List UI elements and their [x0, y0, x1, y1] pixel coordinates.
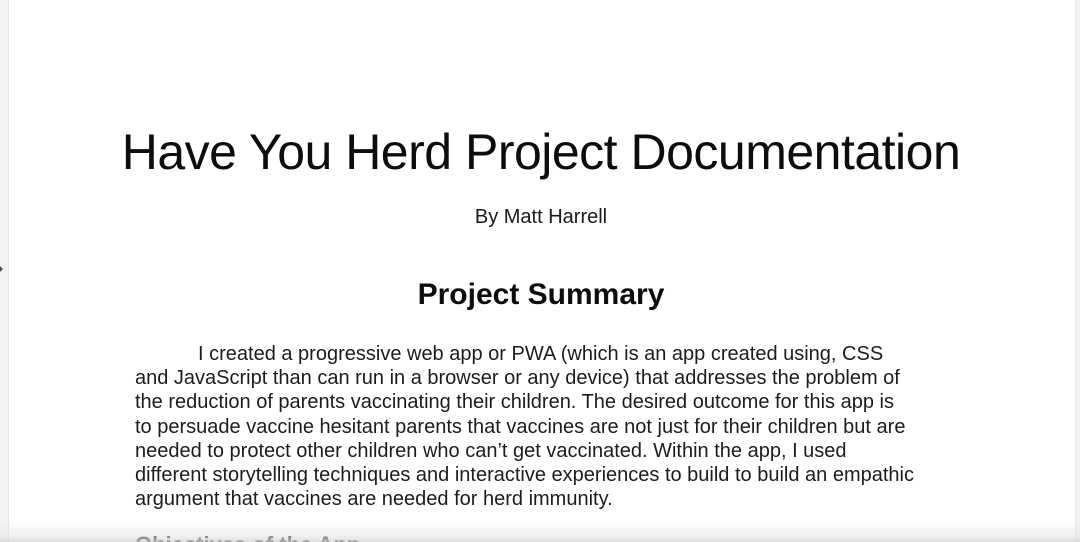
project-summary-paragraph: I created a progressive web app or PWA (…	[135, 342, 985, 511]
paragraph-line: I created a progressive web app or PWA (…	[198, 343, 884, 365]
document-title: Have You Herd Project Documentation	[121, 124, 961, 180]
paragraph-line: argument that vaccines are needed for he…	[135, 488, 613, 511]
page-edge-marker	[0, 266, 3, 272]
document-viewer[interactable]: Have You Herd Project Documentation By M…	[0, 0, 1080, 542]
paragraph-line: and JavaScript than can run in a browser…	[135, 367, 900, 390]
paragraph-line: needed to protect other children who can…	[135, 439, 847, 462]
section-heading-objectives: Objectives of the App	[135, 532, 360, 542]
document-page: Have You Herd Project Documentation By M…	[8, 0, 1076, 542]
paragraph-line: the reduction of parents vaccinating the…	[135, 391, 894, 414]
document-author: By Matt Harrell	[474, 206, 608, 228]
section-heading-project-summary: Project Summary	[417, 278, 665, 311]
paragraph-line: to persuade vaccine hesitant parents tha…	[135, 415, 906, 438]
paragraph-line: different storytelling techniques and in…	[135, 464, 914, 487]
